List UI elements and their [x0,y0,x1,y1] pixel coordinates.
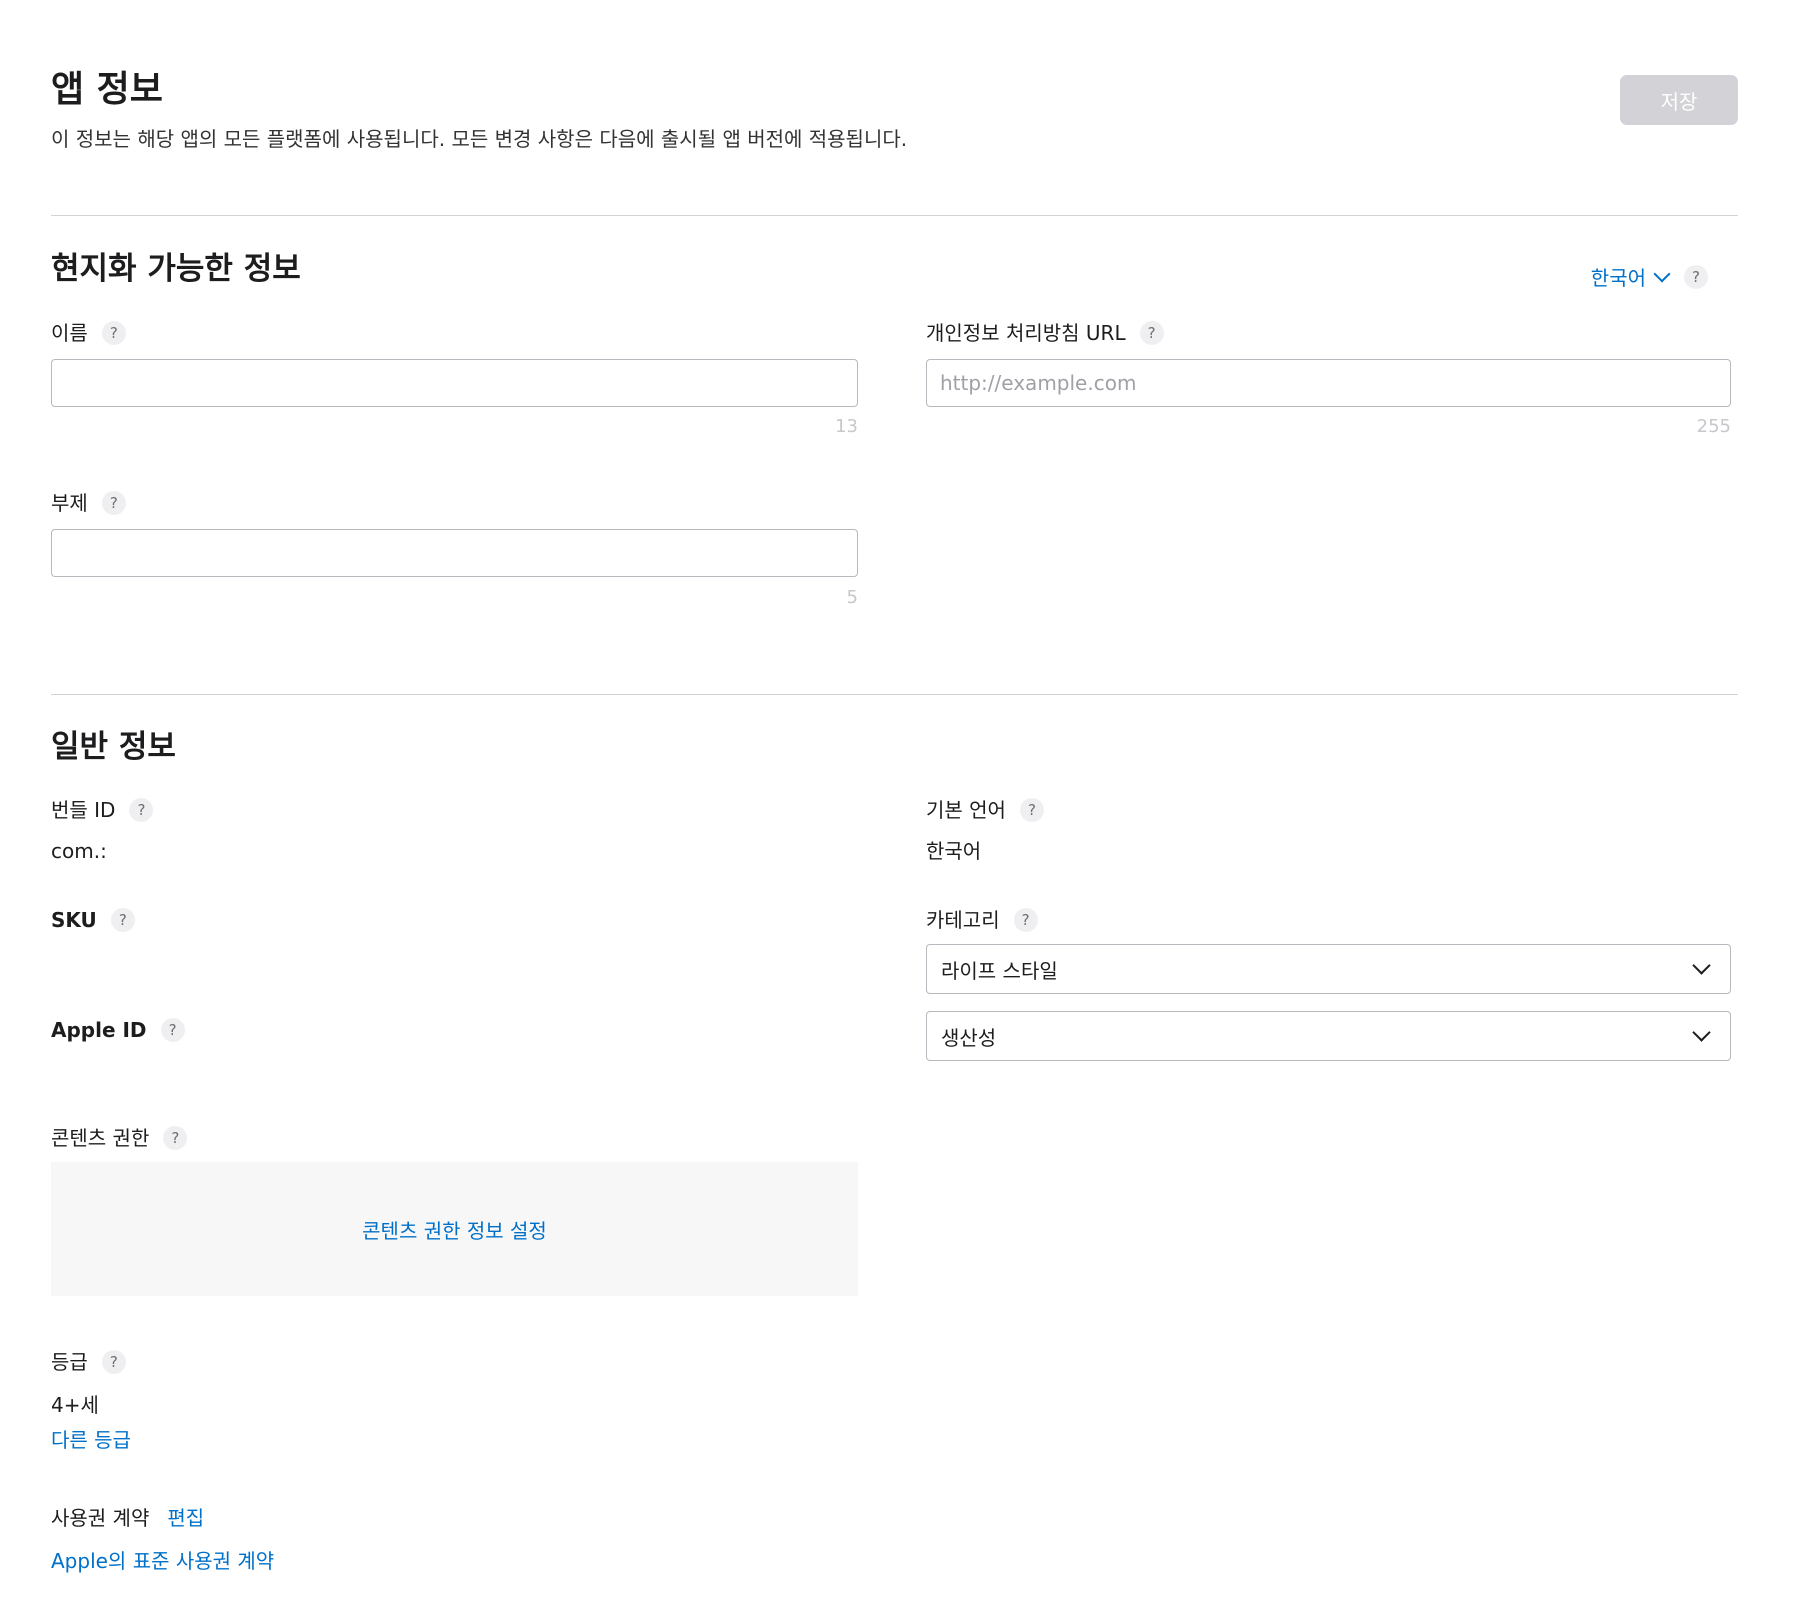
age-rating-value: 4+세 [51,1393,99,1417]
secondary-category-select[interactable]: 생산성 [926,1011,1731,1061]
primary-language-label-row: 기본 언어 ? [926,796,1044,824]
category-label-row: 카테고리 ? [926,906,1038,934]
help-icon[interactable]: ? [1019,798,1044,822]
help-icon[interactable]: ? [1139,321,1164,345]
license-edit-link[interactable]: 편집 [167,1504,204,1532]
name-input[interactable] [51,359,858,407]
subtitle-label-row: 부제 ? [51,489,126,517]
privacy-url-label: 개인정보 처리방침 URL [926,321,1126,345]
primary-language-value: 한국어 [926,839,982,863]
bundle-id-label-row: 번들 ID ? [51,796,154,824]
page-title: 앱 정보 [51,69,163,110]
name-char-counter: 13 [835,416,858,437]
primary-language-label: 기본 언어 [926,798,1006,822]
language-dropdown[interactable]: 한국어 [1591,262,1674,291]
subtitle-input[interactable] [51,529,858,577]
set-content-rights-link[interactable]: 콘텐츠 권한 정보 설정 [362,1215,547,1244]
age-rating-label-row: 등급 ? [51,1348,126,1376]
primary-category-value: 라이프 스타일 [941,958,1058,983]
category-label: 카테고리 [926,908,1000,932]
chevron-down-icon [1692,956,1711,975]
bundle-id-value: com.: [51,839,107,863]
content-rights-label: 콘텐츠 권한 [51,1126,150,1150]
sku-label: SKU [51,908,97,932]
help-icon[interactable]: ? [101,1350,126,1374]
chevron-down-icon [1653,265,1671,282]
help-icon[interactable]: ? [129,798,154,822]
name-label-row: 이름 ? [51,319,126,347]
license-label: 사용권 계약 [51,1506,150,1530]
secondary-category-value: 생산성 [941,1025,997,1050]
privacy-url-input[interactable] [926,359,1731,407]
apple-id-label-row: Apple ID ? [51,1016,185,1044]
help-icon[interactable]: ? [101,491,126,515]
content-rights-label-row: 콘텐츠 권한 ? [51,1124,188,1152]
content-rights-panel: 콘텐츠 권한 정보 설정 [51,1162,858,1296]
divider [51,694,1738,695]
help-icon[interactable]: ? [110,908,135,932]
license-label-row: 사용권 계약 편집 [51,1504,204,1532]
help-icon[interactable]: ? [1013,908,1038,932]
help-icon[interactable]: ? [163,1126,188,1150]
apple-id-label: Apple ID [51,1018,147,1042]
bundle-id-label: 번들 ID [51,798,116,822]
divider [51,215,1738,216]
save-button[interactable]: 저장 [1620,75,1738,125]
help-icon[interactable]: ? [101,321,126,345]
primary-category-select[interactable]: 라이프 스타일 [926,944,1731,994]
language-label: 한국어 [1590,266,1646,290]
general-info-title: 일반 정보 [51,729,176,765]
privacy-url-char-counter: 255 [1696,416,1731,437]
subtitle-char-counter: 5 [846,587,858,608]
help-icon[interactable]: ? [160,1018,185,1042]
sku-label-row: SKU ? [51,906,135,934]
other-ratings-link[interactable]: 다른 등급 [51,1424,131,1453]
chevron-down-icon [1692,1023,1711,1042]
subtitle-label: 부제 [51,491,88,515]
name-label: 이름 [51,321,88,345]
page-header: 앱 정보 이 정보는 해당 앱의 모든 플랫폼에 사용됩니다. 모든 변경 사항… [51,68,1738,158]
standard-license-link[interactable]: Apple의 표준 사용권 계약 [51,1545,274,1574]
age-rating-label: 등급 [51,1350,88,1374]
localizable-info-title: 현지화 가능한 정보 [51,251,301,287]
help-icon[interactable]: ? [1684,264,1708,289]
privacy-url-label-row: 개인정보 처리방침 URL ? [926,319,1164,347]
language-selector: 한국어 ? [1591,262,1708,291]
page-description: 이 정보는 해당 앱의 모든 플랫폼에 사용됩니다. 모든 변경 사항은 다음에… [51,127,908,151]
